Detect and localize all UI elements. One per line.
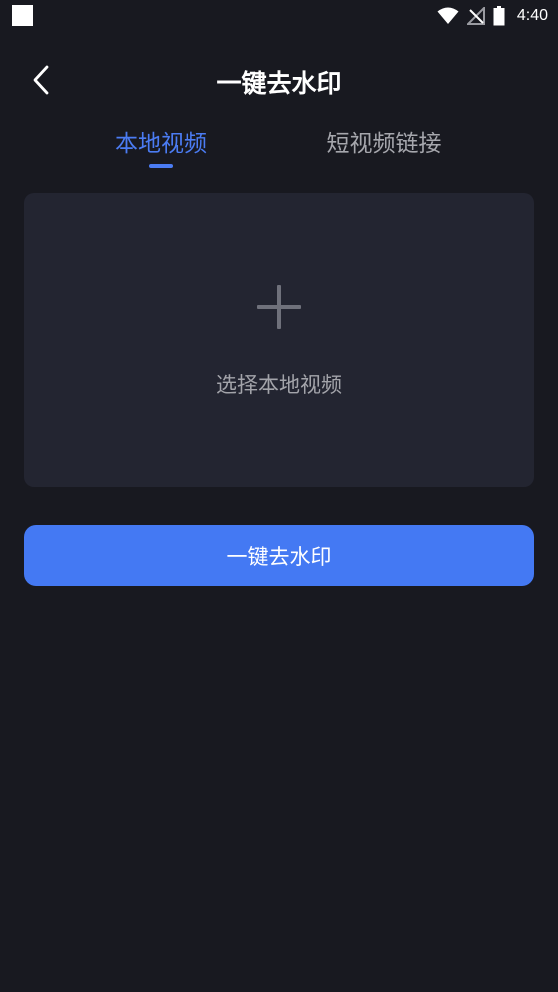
battery-icon bbox=[493, 6, 505, 26]
status-time: 4:40 bbox=[516, 7, 548, 24]
status-icons: 4:40 bbox=[437, 4, 548, 28]
page-title: 一键去水印 bbox=[216, 69, 342, 98]
header: 一键去水印 bbox=[0, 56, 558, 104]
plus-icon bbox=[257, 285, 301, 329]
wifi-icon bbox=[437, 7, 459, 24]
notification-square-icon bbox=[12, 5, 33, 26]
select-local-video-label: 选择本地视频 bbox=[216, 373, 342, 397]
tab-short-video-link[interactable]: 短视频链接 bbox=[312, 124, 456, 158]
tab-bar: 本地视频 短视频链接 bbox=[0, 124, 558, 176]
tab-local-video[interactable]: 本地视频 bbox=[103, 124, 219, 158]
remove-watermark-button[interactable]: 一键去水印 bbox=[24, 525, 534, 586]
select-local-video-card[interactable]: 选择本地视频 bbox=[24, 193, 534, 487]
no-signal-icon bbox=[466, 7, 485, 25]
status-bar: 4:40 bbox=[0, 0, 558, 32]
tab-active-indicator bbox=[149, 164, 173, 168]
